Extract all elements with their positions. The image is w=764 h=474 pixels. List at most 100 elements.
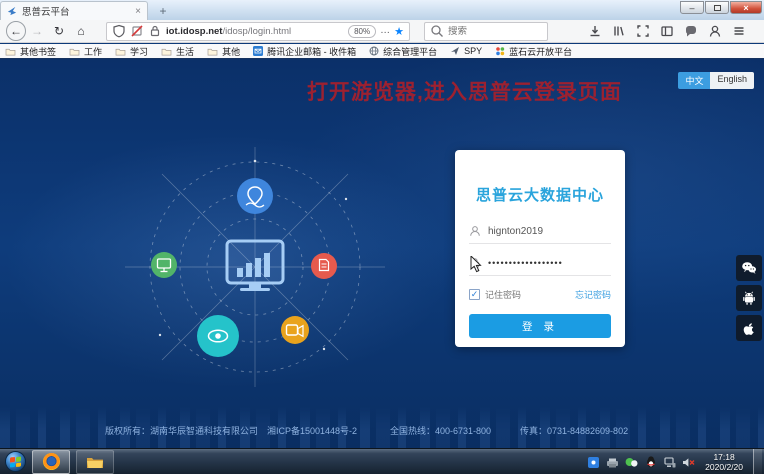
login-title: 思普云大数据中心	[469, 184, 611, 205]
tray-qq-icon[interactable]	[644, 456, 657, 469]
bookmark-study[interactable]: 学习	[115, 45, 148, 58]
tab-close-icon[interactable]: ×	[135, 6, 141, 17]
login-card: 思普云大数据中心 hignton2019 •••••••••••••••••• …	[455, 150, 625, 347]
url-text[interactable]: iot.idosp.net/idosp/login.html	[166, 26, 344, 37]
tray-volume-muted-icon[interactable]	[682, 456, 695, 469]
folder-icon	[69, 47, 80, 56]
lang-english-button[interactable]: English	[710, 72, 754, 89]
bookmark-label: 综合管理平台	[383, 45, 437, 58]
tray-wechat-icon[interactable]	[625, 456, 638, 469]
folder-icon	[5, 47, 16, 56]
taskbar: 17:18 2020/2/20	[0, 448, 764, 474]
bookmark-label: 蓝石云开放平台	[509, 45, 572, 58]
clock-time: 17:18	[705, 452, 743, 462]
bookmark-work[interactable]: 工作	[69, 45, 102, 58]
bookmark-label: 其他	[222, 45, 240, 58]
bookmark-spy[interactable]: SPY	[450, 46, 482, 56]
url-bar[interactable]: iot.idosp.net/idosp/login.html 80% … ★	[106, 22, 410, 41]
new-tab-button[interactable]: +	[152, 3, 174, 20]
mail-icon	[253, 46, 263, 56]
bookmark-life[interactable]: 生活	[161, 45, 194, 58]
copyright-text: 版权所有：湖南华辰智通科技有限公司 湘ICP备15001448号-2	[105, 424, 357, 437]
language-toggle: 中文 English	[678, 72, 754, 89]
bookmark-other-bookmarks[interactable]: 其他书签	[5, 45, 56, 58]
forgot-password-link[interactable]: 忘记密码	[575, 288, 611, 301]
system-tray: 17:18 2020/2/20	[587, 449, 764, 474]
monitor-satellite-icon	[151, 252, 177, 278]
bookmark-label: 生活	[176, 45, 194, 58]
home-button[interactable]: ⌂	[70, 21, 92, 41]
forward-button[interactable]: →	[26, 21, 48, 41]
back-button[interactable]: ←	[6, 21, 26, 41]
dart-icon	[450, 46, 460, 56]
login-button[interactable]: 登 录	[469, 314, 611, 338]
url-domain: iot.idosp.net	[166, 26, 222, 37]
location-satellite-icon	[237, 178, 273, 214]
camera-satellite-icon	[281, 316, 309, 344]
nav-toolbar: ← → ↻ ⌂ iot.idosp.net/idosp/login.html 8…	[0, 20, 764, 43]
account-icon[interactable]	[708, 24, 722, 38]
remember-password[interactable]: ✓ 记住密码	[469, 288, 521, 301]
android-icon	[742, 291, 756, 305]
folder-icon	[207, 47, 218, 56]
remember-checkbox[interactable]: ✓	[469, 289, 480, 300]
explorer-folder-icon	[86, 455, 104, 469]
restore-icon	[714, 5, 721, 11]
messenger-bubble-icon[interactable]	[684, 24, 698, 38]
tab-favicon-icon	[7, 6, 17, 16]
browser-tab[interactable]: 思普云平台 ×	[0, 1, 148, 20]
titlebar: 思普云平台 × + – ×	[0, 0, 764, 20]
login-page: 打开游览器,进入思普云登录页面 中文 English	[0, 59, 764, 448]
password-value[interactable]: ••••••••••••••••••	[488, 258, 563, 268]
password-field[interactable]: ••••••••••••••••••	[469, 257, 611, 276]
toolbar-icons	[588, 24, 746, 38]
sidebar-icon[interactable]	[660, 24, 674, 38]
wechat-icon	[741, 261, 757, 275]
screenshot-icon[interactable]	[636, 24, 650, 38]
username-field[interactable]: hignton2019	[469, 225, 611, 244]
login-options: ✓ 记住密码 忘记密码	[469, 288, 611, 301]
download-icon[interactable]	[588, 24, 602, 38]
page-actions-icon[interactable]: …	[380, 28, 390, 34]
menu-hamburger-icon[interactable]	[732, 24, 746, 38]
blocked-plugin-icon[interactable]	[130, 24, 144, 38]
search-icon	[430, 24, 444, 38]
mouse-cursor	[470, 256, 483, 274]
annotation-text: 打开游览器,进入思普云登录页面	[307, 76, 622, 106]
taskbar-clock[interactable]: 17:18 2020/2/20	[705, 452, 743, 472]
search-input[interactable]	[448, 26, 528, 37]
bookmark-star-icon[interactable]: ★	[394, 25, 404, 38]
restore-button[interactable]	[705, 1, 729, 14]
bookmark-lanshi-cloud[interactable]: 蓝石云开放平台	[495, 45, 572, 58]
site-identity-lock-icon[interactable]	[148, 24, 162, 38]
apple-button[interactable]	[736, 315, 762, 341]
document-satellite-icon	[311, 253, 337, 279]
search-box[interactable]	[424, 22, 548, 41]
bookmark-misc[interactable]: 其他	[207, 45, 240, 58]
dashboard-monitor-icon	[227, 241, 283, 291]
bookmark-tencent-mail[interactable]: 腾讯企业邮箱 - 收件箱	[253, 45, 356, 58]
zoom-level-badge[interactable]: 80%	[348, 25, 376, 38]
reload-button[interactable]: ↻	[48, 21, 70, 41]
tray-network-icon[interactable]	[663, 456, 676, 469]
show-desktop-button[interactable]	[753, 449, 762, 474]
taskbar-explorer-button[interactable]	[76, 450, 114, 474]
bookmark-label: 学习	[130, 45, 148, 58]
tray-device-icon[interactable]	[606, 456, 619, 469]
android-button[interactable]	[736, 285, 762, 311]
lang-chinese-button[interactable]: 中文	[678, 72, 710, 89]
url-path: /idosp/login.html	[222, 26, 291, 37]
tracking-protection-icon[interactable]	[112, 24, 126, 38]
clock-date: 2020/2/20	[705, 462, 743, 472]
bookmarks-bar: 其他书签 工作 学习 生活 其他 腾讯企业邮箱 - 收件箱 综合管理平台 SP	[0, 44, 764, 59]
window-controls: – ×	[679, 1, 762, 14]
close-button[interactable]: ×	[730, 1, 762, 14]
tray-notifier-icon[interactable]	[587, 456, 600, 469]
bookmark-management-platform[interactable]: 综合管理平台	[369, 45, 437, 58]
library-icon[interactable]	[612, 24, 626, 38]
wechat-button[interactable]	[736, 255, 762, 281]
start-button[interactable]	[5, 451, 26, 472]
minimize-button[interactable]: –	[680, 1, 704, 14]
username-value[interactable]: hignton2019	[488, 226, 543, 237]
taskbar-firefox-button[interactable]	[32, 450, 70, 474]
